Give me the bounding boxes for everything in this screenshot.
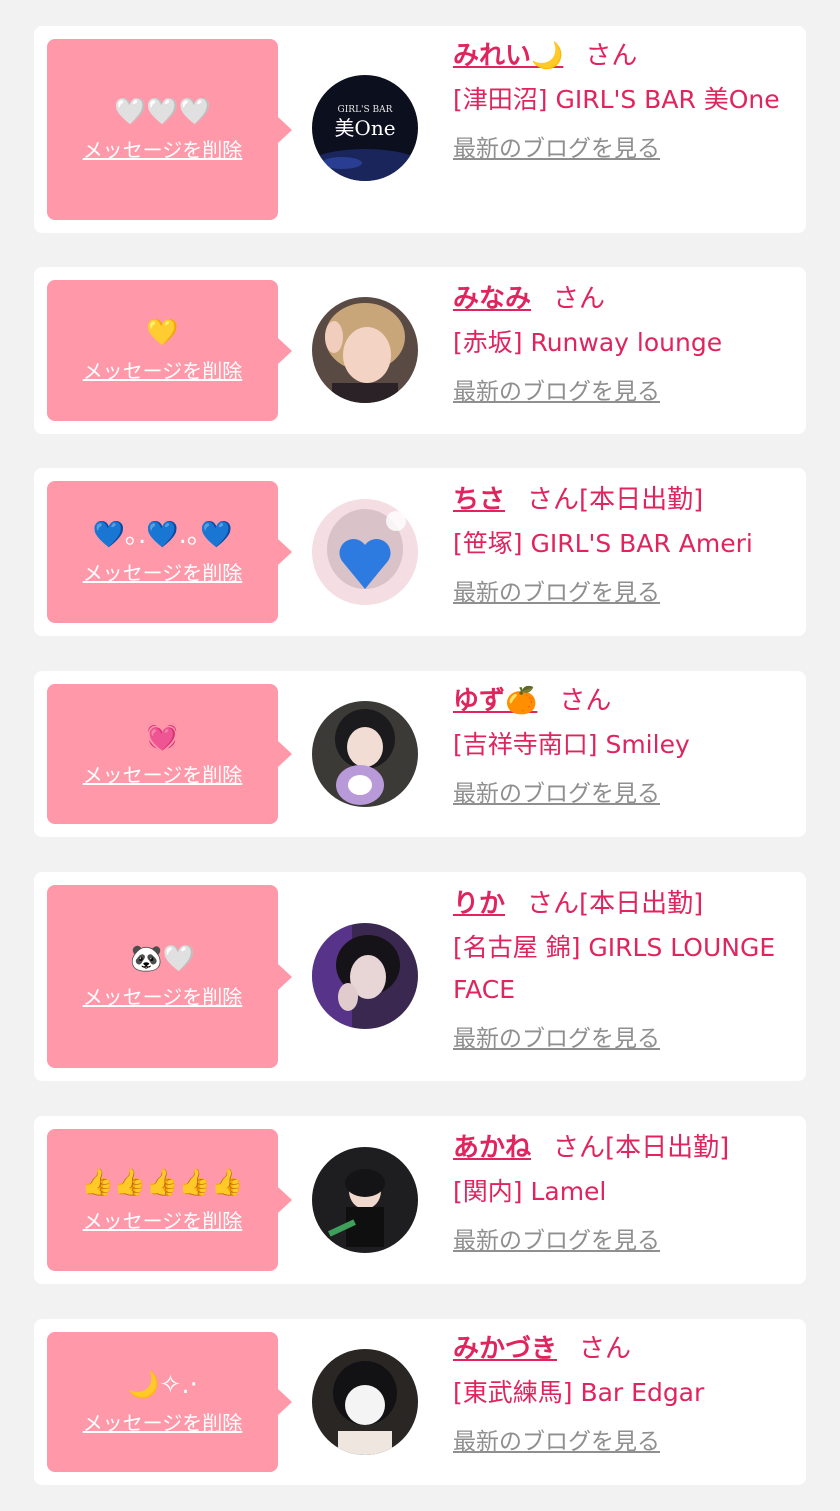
shop-name: [吉祥寺南口] Smiley [453, 730, 690, 759]
card-info: みかづき さん [東武練馬] Bar Edgar 最新のブログを見る [453, 1332, 792, 1456]
message-bubble: 💙｡.💙.｡💙 メッセージを削除 [47, 481, 292, 623]
message-bubble: 👍👍👍👍👍 メッセージを削除 [47, 1129, 292, 1271]
view-blog-link[interactable]: 最新のブログを見る [453, 1422, 660, 1456]
user-name-link[interactable]: みかづき [453, 1334, 557, 1364]
card-info: みれい🌙 さん [津田沼] GIRL'S BAR 美One 最新のブログを見る [453, 39, 792, 163]
avatar[interactable] [312, 1349, 418, 1455]
message-text: 🐼🤍 [130, 944, 195, 974]
shop-name: [名古屋 錦] GIRLS LOUNGE FACE [453, 933, 776, 1004]
avatar[interactable]: GIRL'S BAR 美One [312, 75, 418, 181]
message-card: 🤍🤍🤍 メッセージを削除 GIRL'S BAR 美One みれい🌙 さん [津田沼… [34, 26, 806, 233]
card-info: みなみ さん [赤坂] Runway lounge 最新のブログを見る [453, 282, 792, 406]
avatar-logo-big: 美One [334, 116, 395, 140]
message-bubble: 🌙✧.· メッセージを削除 [47, 1332, 292, 1472]
message-text: 👍👍👍👍👍 [81, 1167, 244, 1198]
delete-message-link[interactable]: メッセージを削除 [83, 1407, 243, 1436]
avatar[interactable] [312, 923, 418, 1029]
user-name-link[interactable]: ゆず🍊 [453, 686, 537, 716]
delete-message-link[interactable]: メッセージを削除 [83, 759, 243, 788]
message-card: 👍👍👍👍👍 メッセージを削除 あかね さん[本日出勤] [関内] Lamel 最新… [34, 1116, 806, 1284]
user-name-link[interactable]: りか [453, 889, 505, 919]
delete-message-link[interactable]: メッセージを削除 [83, 355, 243, 384]
view-blog-link[interactable]: 最新のブログを見る [453, 1221, 660, 1255]
avatar[interactable] [312, 1147, 418, 1253]
avatar[interactable] [312, 297, 418, 403]
delete-message-link[interactable]: メッセージを削除 [83, 981, 243, 1010]
honorific: さん [553, 284, 606, 314]
avatar-logo-small: GIRL'S BAR [338, 105, 393, 115]
message-card: 🌙✧.· メッセージを削除 みかづき さん [東武練馬] Bar Edgar 最新… [34, 1319, 806, 1485]
message-bubble: 💓 メッセージを削除 [47, 684, 292, 824]
card-info: ちさ さん[本日出勤] [笹塚] GIRL'S BAR Ameri 最新のブログを… [453, 483, 792, 607]
message-text: 🌙✧.· [127, 1369, 198, 1400]
card-info: りか さん[本日出勤] [名古屋 錦] GIRLS LOUNGE FACE 最新の… [453, 887, 792, 1053]
status-text: [本日出勤] [579, 485, 704, 515]
delete-message-link[interactable]: メッセージを削除 [83, 557, 243, 586]
status-text: [本日出勤] [579, 889, 704, 919]
message-bubble: 💛 メッセージを削除 [47, 280, 292, 421]
shop-name: [笹塚] GIRL'S BAR Ameri [453, 529, 753, 558]
message-text: 🤍🤍🤍 [113, 97, 212, 127]
shop-name: [東武練馬] Bar Edgar [453, 1378, 705, 1407]
user-name-link[interactable]: あかね [453, 1133, 531, 1163]
user-name-link[interactable]: ちさ [453, 485, 505, 515]
view-blog-link[interactable]: 最新のブログを見る [453, 1019, 660, 1053]
shop-name: [関内] Lamel [453, 1177, 607, 1206]
message-card: 💓 メッセージを削除 ゆず🍊 さん [吉祥寺南口] Smiley 最新のブログを見… [34, 671, 806, 837]
avatar[interactable] [312, 701, 418, 807]
message-card: 💙｡.💙.｡💙 メッセージを削除 ちさ さん[本日出勤] [笹塚] GIRL'S … [34, 468, 806, 636]
shop-name: [赤坂] Runway lounge [453, 328, 723, 357]
user-name-link[interactable]: みれい🌙 [453, 41, 563, 71]
honorific: さん [585, 41, 638, 71]
delete-message-link[interactable]: メッセージを削除 [83, 1205, 243, 1234]
message-text: 💓 [146, 721, 179, 752]
view-blog-link[interactable]: 最新のブログを見る [453, 129, 660, 163]
honorific: さん [579, 1334, 632, 1364]
user-name-link[interactable]: みなみ [453, 284, 531, 314]
message-card: 💛 メッセージを削除 みなみ さん [赤坂] Runway lounge 最新のブ… [34, 267, 806, 434]
avatar[interactable] [312, 499, 418, 605]
view-blog-link[interactable]: 最新のブログを見る [453, 372, 660, 406]
honorific: さん [527, 889, 580, 919]
status-text: [本日出勤] [605, 1133, 730, 1163]
honorific: さん [527, 485, 580, 515]
card-info: ゆず🍊 さん [吉祥寺南口] Smiley 最新のブログを見る [453, 684, 792, 808]
honorific: さん [559, 686, 612, 716]
honorific: さん [553, 1133, 606, 1163]
shop-name: [津田沼] GIRL'S BAR 美One [453, 85, 780, 114]
message-card: 🐼🤍 メッセージを削除 りか さん[本日出勤] [名古屋 錦] GIRLS LOU… [34, 872, 806, 1081]
view-blog-link[interactable]: 最新のブログを見る [453, 573, 660, 607]
message-text: 💙｡.💙.｡💙 [92, 519, 233, 550]
message-bubble: 🤍🤍🤍 メッセージを削除 [47, 39, 292, 220]
message-text: 💛 [146, 318, 179, 348]
message-bubble: 🐼🤍 メッセージを削除 [47, 885, 292, 1068]
card-info: あかね さん[本日出勤] [関内] Lamel 最新のブログを見る [453, 1131, 792, 1255]
delete-message-link[interactable]: メッセージを削除 [83, 134, 243, 163]
view-blog-link[interactable]: 最新のブログを見る [453, 774, 660, 808]
